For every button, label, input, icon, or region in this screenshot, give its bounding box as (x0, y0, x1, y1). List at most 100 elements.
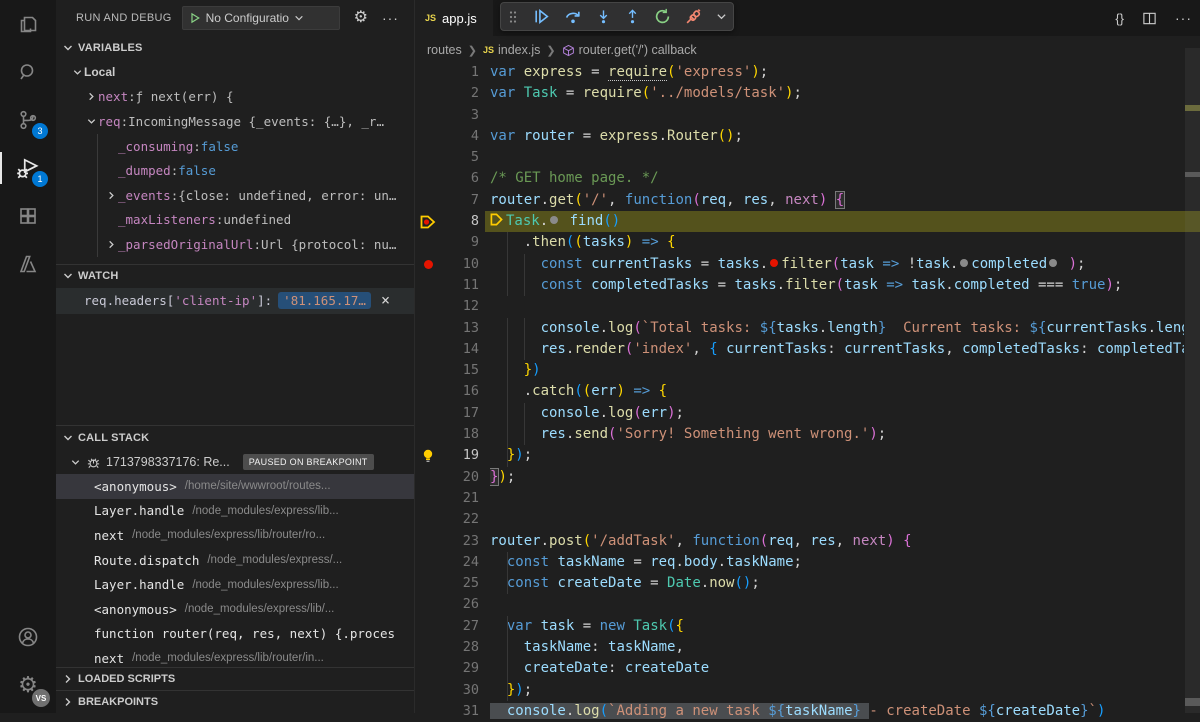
code-line[interactable]: 19 }); (415, 445, 1200, 466)
editor-more-actions-icon[interactable]: ··· (1175, 10, 1192, 26)
azure-icon[interactable] (0, 240, 56, 288)
variable-row[interactable]: _dumped: false (56, 158, 414, 183)
code-line[interactable]: 14 res.render('index', { currentTasks: c… (415, 339, 1200, 360)
code-line[interactable]: 24 const taskName = req.body.taskName; (415, 552, 1200, 573)
debug-config-dropdown[interactable]: No Configuratio (182, 6, 340, 30)
stack-frame-row[interactable]: next/node_modules/express/lib/router/in.… (56, 646, 414, 667)
stack-frame-row[interactable]: function router(req, res, next) {.proces (56, 622, 414, 647)
code-line[interactable]: 9 .then((tasks) => { (415, 232, 1200, 253)
code-line[interactable]: 31 console.log(`Adding a new task ${task… (415, 701, 1200, 722)
debug-settings-gear-icon[interactable]: ⚙ (354, 10, 368, 26)
stack-frame-row[interactable]: <anonymous>/node_modules/express/lib/... (56, 597, 414, 622)
code-line[interactable]: 20}); (415, 467, 1200, 488)
code-line[interactable]: 2var Task = require('../models/task'); (415, 83, 1200, 104)
variables-tree: Localnext: ƒ next(err) {req: IncomingMes… (56, 60, 414, 257)
breakpoints-section-header[interactable]: BREAKPOINTS (56, 690, 414, 713)
variable-row[interactable]: next: ƒ next(err) { (56, 85, 414, 110)
toolbar-drag-handle[interactable] (507, 10, 519, 24)
code-line[interactable]: 28 taskName: taskName, (415, 637, 1200, 658)
settings-gear-icon[interactable]: ⚙ VS (0, 661, 56, 709)
code-line[interactable]: 4var router = express.Router(); (415, 126, 1200, 147)
code-line[interactable]: 17 console.log(err); (415, 403, 1200, 424)
loaded-scripts-section-header[interactable]: LOADED SCRIPTS (56, 667, 414, 690)
variable-row[interactable]: _events: {close: undefined, error: un… (56, 183, 414, 208)
start-debug-icon[interactable] (189, 12, 201, 24)
split-editor-icon[interactable] (1142, 11, 1157, 26)
stack-frame-row[interactable]: Layer.handle/node_modules/express/lib... (56, 572, 414, 597)
line-number: 7 (439, 190, 479, 211)
code-line[interactable]: 12 (415, 296, 1200, 317)
variables-section-header[interactable]: VARIABLES (56, 36, 414, 60)
lightbulb-icon (422, 449, 434, 463)
call-stack-header[interactable]: CALL STACK (56, 426, 414, 450)
account-icon[interactable] (0, 613, 56, 661)
line-number: 19 (439, 445, 479, 466)
code-line[interactable]: 1var express = require('express'); (415, 62, 1200, 83)
stack-frame-row[interactable]: <anonymous>/home/site/wwwroot/routes... (56, 474, 414, 499)
step-over-button[interactable] (564, 8, 582, 25)
extensions-icon[interactable] (0, 192, 56, 240)
stack-frame-row[interactable]: next/node_modules/express/lib/router/ro.… (56, 523, 414, 548)
code-line[interactable]: 16 .catch((err) => { (415, 381, 1200, 402)
code-line[interactable]: 26 (415, 594, 1200, 615)
breadcrumb-symbol[interactable]: router.get('/') callback (579, 43, 697, 57)
run-and-debug-icon[interactable]: 1 (0, 144, 56, 192)
breadcrumb-file[interactable]: index.js (498, 43, 540, 57)
scroll-marker (1185, 105, 1200, 111)
step-into-button[interactable] (596, 8, 611, 25)
debug-toolbar (500, 2, 734, 31)
code-line[interactable]: 8Task. find() (415, 211, 1200, 232)
breadcrumb-routes[interactable]: routes (427, 43, 462, 57)
code-line[interactable]: 29 createDate: createDate (415, 658, 1200, 679)
debug-session-row[interactable]: 1713798337176: Re... PAUSED ON BREAKPOIN… (56, 450, 414, 474)
explorer-icon[interactable] (0, 0, 56, 48)
views-more-icon[interactable]: ··· (382, 10, 399, 26)
variable-row[interactable]: _maxListeners: undefined (56, 208, 414, 233)
stack-frame-row[interactable]: Route.dispatch/node_modules/express/... (56, 548, 414, 573)
code-line[interactable]: 23router.post('/addTask', function(req, … (415, 531, 1200, 552)
watch-section-header[interactable]: WATCH (56, 264, 414, 288)
variable-row[interactable]: req: IncomingMessage {_events: {…}, _r… (56, 109, 414, 134)
variable-row[interactable]: Local (56, 60, 414, 85)
code-line[interactable]: 6/* GET home page. */ (415, 168, 1200, 189)
source-control-icon[interactable]: 3 (0, 96, 56, 144)
code-line[interactable]: 25 const createDate = Date.now(); (415, 573, 1200, 594)
debug-sidebar: RUN AND DEBUG No Configuratio ⚙ ··· VARI… (56, 0, 415, 713)
search-icon[interactable] (0, 48, 56, 96)
code-line[interactable]: 22 (415, 509, 1200, 530)
editor-scrollbar[interactable] (1185, 48, 1200, 713)
disconnect-button[interactable] (685, 8, 702, 25)
sidebar-title: RUN AND DEBUG (76, 12, 172, 24)
remove-watch-icon[interactable]: × (381, 293, 390, 308)
code-line[interactable]: 21 (415, 488, 1200, 509)
variable-row[interactable]: _consuming: false (56, 134, 414, 159)
step-out-button[interactable] (625, 8, 640, 25)
code-line[interactable]: 7router.get('/', function(req, res, next… (415, 190, 1200, 211)
current-line-breakpoint-icon (420, 215, 436, 229)
javascript-file-icon: JS (425, 13, 436, 23)
code-line[interactable]: 3 (415, 105, 1200, 126)
code-line[interactable]: 5 (415, 147, 1200, 168)
code-line[interactable]: 15 }) (415, 360, 1200, 381)
inline-breakpoint-candidate-icon (960, 259, 968, 267)
code-line[interactable]: 18 res.send('Sorry! Something went wrong… (415, 424, 1200, 445)
breadcrumb-symbol-toggle-icon[interactable]: {} (1115, 11, 1124, 26)
watch-expression-row[interactable]: req.headers['client-ip']: '81.165.17… × (56, 288, 414, 314)
code-area[interactable]: 1var express = require('express');2var T… (415, 62, 1200, 722)
restart-button[interactable] (654, 8, 671, 25)
code-line[interactable]: 11 const completedTasks = tasks.filter(t… (415, 275, 1200, 296)
tab-app-js[interactable]: JS app.js (415, 0, 493, 36)
code-line[interactable]: 13 console.log(`Total tasks: ${tasks.len… (415, 318, 1200, 339)
stack-frame-row[interactable]: Layer.handle/node_modules/express/lib... (56, 499, 414, 524)
inline-breakpoint-candidate-icon (1049, 259, 1057, 267)
chevron-down-icon (70, 457, 81, 468)
continue-button[interactable] (533, 8, 550, 25)
toolbar-more-chevron-icon[interactable] (716, 11, 727, 22)
code-line[interactable]: 27 var task = new Task({ (415, 616, 1200, 637)
activity-bar: 3 1 ⚙ VS (0, 0, 56, 713)
variable-row[interactable]: _parsedOriginalUrl: Url {protocol: nu… (56, 232, 414, 257)
line-number: 28 (439, 637, 479, 658)
line-number: 29 (439, 658, 479, 679)
code-line[interactable]: 10 const currentTasks = tasks.filter(tas… (415, 254, 1200, 275)
code-line[interactable]: 30 }); (415, 680, 1200, 701)
